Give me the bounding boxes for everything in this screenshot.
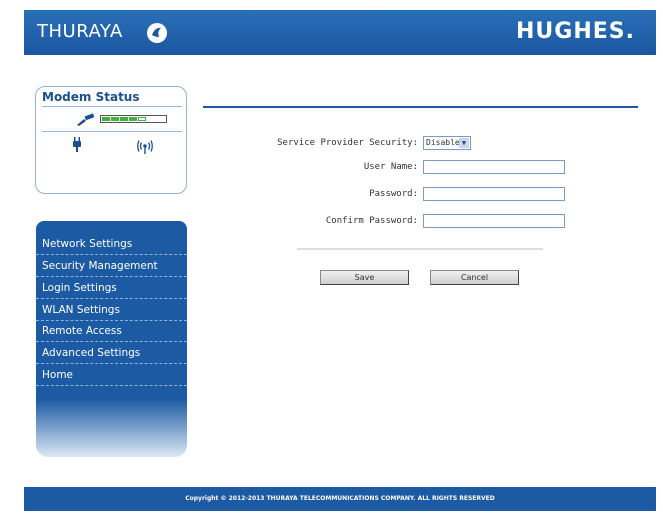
sidebar-item-home[interactable]: Home [36, 364, 187, 386]
username-label: User Name: [363, 162, 418, 172]
sidebar-nav: Network Settings Security Management Log… [36, 221, 187, 457]
chevron-down-icon[interactable]: ▼ [459, 138, 469, 148]
thuraya-globe-icon [147, 23, 167, 43]
form-divider [297, 248, 543, 250]
signal-strength-bar [100, 115, 167, 123]
security-select[interactable]: Disable ▼ [423, 136, 471, 150]
modem-status-title: Modem Status [42, 90, 140, 104]
sidebar-item-remote-access[interactable]: Remote Access [36, 320, 187, 342]
thuraya-logo: THURAYA [37, 21, 123, 42]
security-label: Service Provider Security: [277, 138, 418, 148]
password-input[interactable] [423, 187, 565, 201]
sidebar-item-login-settings[interactable]: Login Settings [36, 277, 187, 299]
divider [42, 106, 182, 107]
sidebar-item-wlan-settings[interactable]: WLAN Settings [36, 299, 187, 321]
wireless-signal-icon [137, 139, 153, 158]
cancel-button[interactable]: Cancel [430, 270, 519, 285]
divider [42, 131, 182, 132]
username-input[interactable] [423, 160, 565, 174]
confirm-password-input[interactable] [423, 214, 565, 228]
satellite-icon [76, 112, 96, 131]
content-divider [203, 106, 638, 108]
save-button[interactable]: Save [320, 270, 409, 285]
confirm-password-label: Confirm Password: [325, 216, 418, 226]
modem-status-panel: Modem Status [35, 86, 187, 194]
header-banner: THURAYA HUGHES. [24, 10, 656, 55]
security-select-value: Disable [426, 138, 460, 147]
sidebar-item-network-settings[interactable]: Network Settings [36, 233, 187, 255]
power-plug-icon [72, 137, 82, 157]
hughes-logo: HUGHES. [516, 19, 635, 44]
footer-copyright: Copyright © 2012-2013 THURAYA TELECOMMUN… [24, 487, 656, 511]
sidebar-item-security-management[interactable]: Security Management [36, 255, 187, 277]
sidebar-item-advanced-settings[interactable]: Advanced Settings [36, 342, 187, 364]
password-label: Password: [369, 189, 418, 199]
